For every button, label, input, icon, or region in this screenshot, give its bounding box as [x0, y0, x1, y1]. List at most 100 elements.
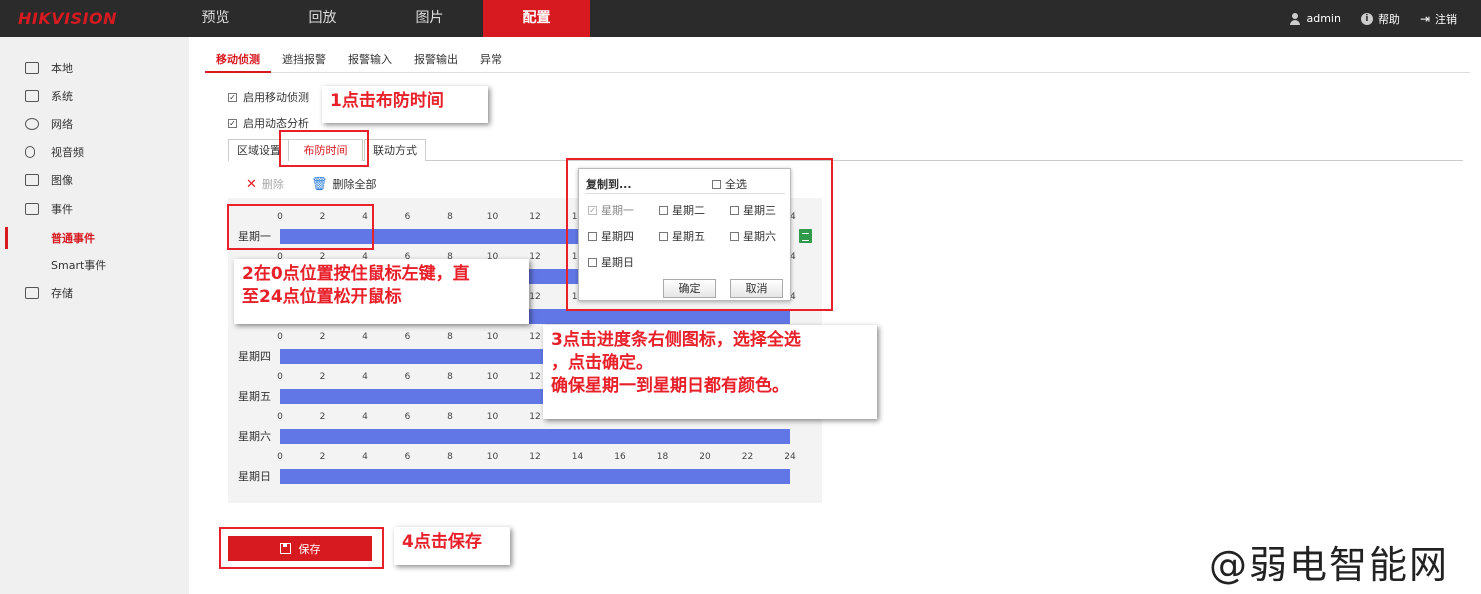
tick-label: 10 — [486, 332, 499, 342]
tick-label: 0 — [277, 372, 283, 382]
tab-motion-detection[interactable]: 移动侦测 — [205, 48, 271, 73]
sidebar-item-event[interactable]: 事件 — [0, 196, 189, 222]
sidebar-item-label: 系统 — [51, 90, 73, 103]
tick-label: 6 — [404, 412, 411, 422]
tick-label: 18 — [656, 452, 669, 462]
schedule-bar[interactable] — [280, 469, 790, 484]
callout-text: 确保星期一到星期日都有颜色。 — [551, 376, 789, 396]
tick-label: 2 — [319, 332, 326, 342]
callout-step2: 2在0点位置按住鼠标左键，直 至24点位置松开鼠标 — [234, 259, 529, 324]
tick-label: 2 — [319, 452, 326, 462]
callout-text: 1点击布防时间 — [330, 91, 444, 111]
tick-label: 8 — [447, 332, 453, 342]
tick-label: 12 — [529, 452, 541, 462]
subtab-linkage-method[interactable]: 联动方式 — [364, 139, 426, 161]
tick-label: 24 — [784, 452, 796, 462]
delete-button[interactable]: ✕ 删除 — [246, 176, 284, 192]
tick-label: 10 — [486, 412, 499, 422]
calendar-icon — [25, 203, 39, 215]
microphone-icon — [25, 146, 35, 158]
sub-tabs: 区域设置 布防时间 联动方式 — [228, 139, 1463, 161]
tick-label: 12 — [529, 292, 541, 302]
sidebar-item-video-audio[interactable]: 视音频 — [0, 139, 189, 165]
event-tabs: 移动侦测 遮挡报警 报警输入 报警输出 异常 — [205, 48, 1470, 73]
callout-text: 2在0点位置按住鼠标左键，直 — [242, 264, 470, 284]
image-icon — [25, 174, 39, 186]
tick-label: 4 — [362, 332, 368, 342]
callout-step4: 4点击保存 — [394, 527, 510, 565]
tick-label: 14 — [571, 452, 584, 462]
enable-motion-checkbox[interactable]: ✓ 启用移动侦测 — [228, 89, 309, 105]
info-icon: i — [1360, 12, 1373, 25]
tab-tamper-alarm[interactable]: 遮挡报警 — [271, 48, 337, 73]
tick-label: 8 — [447, 412, 453, 422]
monitor-icon — [25, 62, 39, 74]
sidebar-item-smart-event[interactable]: Smart事件 — [0, 252, 189, 278]
help-link[interactable]: i 帮助 — [1360, 11, 1400, 27]
delete-all-label: 删除全部 — [332, 178, 377, 191]
tick-label: 6 — [404, 212, 411, 222]
tick-label: 2 — [319, 372, 326, 382]
sidebar-item-label: 图像 — [51, 174, 73, 187]
tick-label: 0 — [277, 452, 283, 462]
sidebar-item-label: 网络 — [51, 118, 73, 131]
nav-configuration[interactable]: 配置 — [483, 0, 590, 37]
logout-link[interactable]: ⇥ 注销 — [1420, 11, 1457, 27]
brand-logo: HIKVISION — [18, 9, 118, 28]
tick-label: 10 — [486, 212, 499, 222]
highlight-arming-tab — [279, 130, 369, 167]
highlight-copy-dialog — [566, 158, 833, 311]
user-menu: admin i 帮助 ⇥ 注销 — [1289, 0, 1457, 37]
sidebar-item-label: 普通事件 — [51, 232, 95, 245]
tick-label: 12 — [529, 332, 541, 342]
sidebar-item-label: Smart事件 — [51, 259, 107, 272]
tick-marks — [280, 463, 790, 474]
tab-alarm-input[interactable]: 报警输入 — [337, 48, 403, 73]
sidebar-item-system[interactable]: 系统 — [0, 83, 189, 109]
callout-text: 4点击保存 — [402, 532, 482, 552]
tab-alarm-output[interactable]: 报警输出 — [403, 48, 469, 73]
highlight-save-button — [219, 527, 384, 569]
enable-analysis-label: 启用动态分析 — [243, 117, 309, 130]
sidebar-item-storage[interactable]: 存储 — [0, 280, 189, 306]
tick-label: 10 — [486, 372, 499, 382]
system-icon — [25, 90, 39, 102]
main-nav: 预览 回放 图片 配置 — [162, 0, 590, 37]
tick-label: 4 — [362, 452, 368, 462]
tick-label: 12 — [529, 252, 541, 262]
delete-all-button[interactable]: 🗑 删除全部 — [311, 176, 377, 192]
tick-label: 4 — [362, 412, 368, 422]
schedule-bar[interactable] — [280, 429, 790, 444]
tick-label: 8 — [447, 452, 453, 462]
nav-playback[interactable]: 回放 — [269, 0, 376, 37]
nav-picture[interactable]: 图片 — [376, 0, 483, 37]
callout-text: 3点击进度条右侧图标，选择全选 — [551, 330, 801, 350]
sidebar-item-network[interactable]: 网络 — [0, 111, 189, 137]
user-name: admin — [1306, 12, 1341, 25]
sidebar-item-basic-event[interactable]: 普通事件 — [0, 225, 189, 251]
tab-exception[interactable]: 异常 — [469, 48, 513, 73]
enable-analysis-checkbox[interactable]: ✓ 启用动态分析 — [228, 115, 309, 131]
sidebar-item-image[interactable]: 图像 — [0, 167, 189, 193]
tick-label: 20 — [699, 452, 711, 462]
sidebar-item-label: 存储 — [51, 287, 73, 300]
day-label: 星期五 — [238, 390, 271, 403]
sidebar-item-local[interactable]: 本地 — [0, 55, 189, 81]
logout-label: 注销 — [1435, 12, 1457, 26]
sidebar-item-label: 事件 — [51, 203, 73, 216]
top-bar: HIKVISION 预览 回放 图片 配置 admin i 帮助 ⇥ 注销 — [0, 0, 1481, 37]
disk-icon — [25, 287, 39, 299]
user-account[interactable]: admin — [1289, 12, 1341, 25]
nav-preview[interactable]: 预览 — [162, 0, 269, 37]
tick-label: 4 — [362, 372, 368, 382]
tick-label: 12 — [529, 372, 541, 382]
watermark: @弱电智能网 — [1209, 543, 1450, 587]
callout-step3: 3点击进度条右侧图标，选择全选 ，点击确定。 确保星期一到星期日都有颜色。 — [543, 325, 877, 419]
day-label: 星期六 — [238, 430, 271, 443]
day-label: 星期日 — [238, 470, 271, 483]
tick-marks — [280, 423, 790, 434]
tick-label: 6 — [404, 452, 411, 462]
tick-label: 10 — [486, 452, 499, 462]
sidebar-item-label: 本地 — [51, 62, 73, 75]
sidebar: 本地 系统 网络 视音频 图像 事件 普通事件 Smart事件 存储 — [0, 37, 189, 594]
